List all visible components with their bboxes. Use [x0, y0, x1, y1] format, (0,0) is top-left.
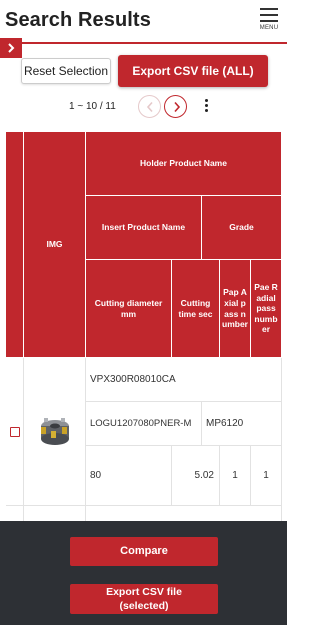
axial-passes-value: 1 [220, 446, 251, 506]
header-divider [0, 42, 287, 44]
header: Search Results MENU [0, 0, 287, 42]
chevron-right-icon [8, 43, 15, 53]
table-row [6, 358, 24, 506]
column-header-insert: Insert Product Name [86, 196, 202, 260]
previous-page-button[interactable] [138, 95, 161, 118]
column-header-radial-passes: Pae Radial pass number [251, 260, 282, 358]
compare-button[interactable]: Compare [70, 537, 218, 566]
next-page-button[interactable] [164, 95, 187, 118]
holder-product-name: VPX300R08010CA [86, 358, 282, 402]
column-header-cutting-diameter: Cutting diameter mm [86, 260, 172, 358]
export-selected-label-line2: (selected) [119, 600, 169, 612]
column-header-cutting-time: Cutting time sec [172, 260, 220, 358]
results-table: IMG Holder Product Name Insert Product N… [6, 132, 282, 524]
pagination-range: 1 ~ 10 / 11 [69, 101, 116, 112]
row-select-checkbox[interactable] [9, 426, 20, 437]
insert-product-name: LOGU1207080PNER-M [86, 402, 202, 446]
column-header-axial-passes: Pap Axial pass number [220, 260, 251, 358]
chevron-left-icon [146, 101, 153, 113]
sidebar-toggle-button[interactable] [0, 38, 22, 58]
hamburger-icon [257, 7, 281, 22]
export-csv-selected-button[interactable]: Export CSV file (selected) [70, 584, 218, 614]
reset-selection-button[interactable]: Reset Selection [21, 58, 111, 84]
column-header-holder: Holder Product Name [86, 132, 282, 196]
export-selected-label-line1: Export CSV file [106, 586, 182, 598]
column-header-img: IMG [24, 132, 86, 358]
more-vertical-icon[interactable] [202, 99, 210, 115]
cutting-diameter-value: 80 [86, 446, 172, 506]
radial-passes-value: 1 [251, 446, 282, 506]
product-image [24, 358, 86, 506]
select-column-header [6, 132, 24, 358]
export-csv-all-button[interactable]: Export CSV file (ALL) [118, 55, 268, 87]
menu-button[interactable]: MENU [257, 7, 281, 33]
cutting-time-value: 5.02 [172, 446, 220, 506]
grade-value: MP6120 [202, 402, 282, 446]
page-title: Search Results [5, 9, 151, 31]
chevron-right-icon [174, 101, 181, 113]
milling-cutter-image [40, 417, 69, 445]
column-header-grade: Grade [202, 196, 282, 260]
pagination: 1 ~ 10 / 11 [0, 94, 287, 120]
footer-action-bar: Compare Export CSV file (selected) [0, 521, 287, 625]
menu-label: MENU [259, 25, 279, 31]
